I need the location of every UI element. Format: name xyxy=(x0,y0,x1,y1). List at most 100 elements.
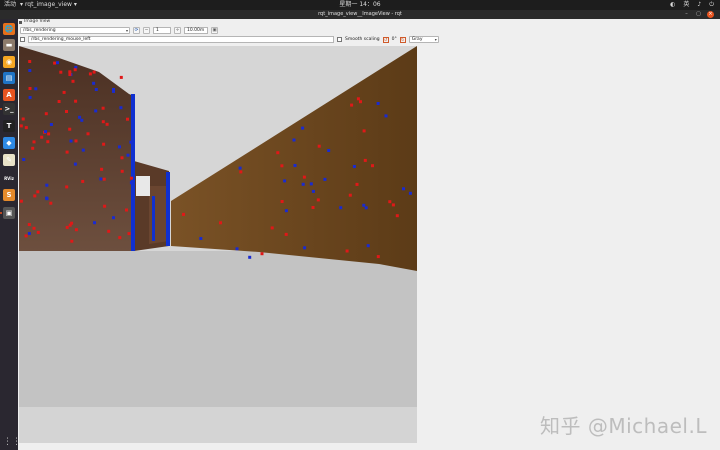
window-icon[interactable]: ▣ xyxy=(0,207,15,219)
topic-combo[interactable]: /rbs_rendering ▾ xyxy=(20,27,130,34)
feature-point xyxy=(102,177,106,181)
feature-point xyxy=(28,96,32,99)
feature-point xyxy=(65,110,68,113)
rotate-left-button[interactable]: ↺ xyxy=(382,36,389,43)
minimize-icon[interactable]: – xyxy=(683,11,690,18)
edge-marker-blue xyxy=(166,172,170,246)
feature-point xyxy=(302,175,306,179)
topic-combo-value: /rbs_rendering xyxy=(23,28,56,33)
feature-point xyxy=(199,237,203,240)
firefox-icon[interactable]: 🌐 xyxy=(3,23,15,35)
feature-point xyxy=(73,162,77,166)
color-scheme-value: Gray xyxy=(411,37,423,42)
rotate-right-button[interactable]: ↻ xyxy=(399,36,406,43)
feature-point xyxy=(45,196,49,200)
feature-point xyxy=(46,140,50,144)
feature-point xyxy=(28,69,32,72)
power-icon[interactable]: ⏻ xyxy=(709,0,714,10)
libreoffice-writer-icon[interactable]: ▤ xyxy=(3,72,15,84)
sublime-icon[interactable]: S xyxy=(3,189,15,201)
feature-point xyxy=(22,158,26,161)
feature-point xyxy=(301,182,305,186)
feature-point xyxy=(19,124,23,128)
feature-point xyxy=(119,106,123,110)
feature-point xyxy=(219,221,222,225)
save-image-icon[interactable]: ▣ xyxy=(211,27,218,34)
feature-point xyxy=(323,177,327,181)
feature-point xyxy=(371,164,374,168)
feature-point xyxy=(359,100,362,104)
max-range-spinbox[interactable]: 10.00m xyxy=(184,27,208,34)
feature-point xyxy=(327,149,331,152)
feature-point xyxy=(28,60,32,63)
chevron-down-icon: ▾ xyxy=(125,28,128,33)
feature-point xyxy=(316,198,320,202)
refresh-topics-button[interactable]: ⟳ xyxy=(133,27,140,34)
feature-point xyxy=(24,126,28,130)
feature-point xyxy=(129,181,133,185)
feature-point xyxy=(270,226,274,230)
chevron-down-icon: ▾ xyxy=(434,37,437,42)
zoom-spinbox[interactable]: 1 xyxy=(153,27,171,34)
network-icon[interactable]: ◐ xyxy=(670,0,675,10)
feature-point xyxy=(350,103,354,107)
zoom-out-button[interactable]: − xyxy=(143,27,150,34)
feature-point xyxy=(78,115,82,119)
mouse-topic-input[interactable]: /rbs_rendering_mouse_left xyxy=(28,36,334,43)
feature-point xyxy=(32,226,36,230)
feature-point xyxy=(355,182,359,186)
text-editor-icon[interactable]: ✎ xyxy=(3,154,15,166)
feature-point xyxy=(68,73,72,76)
plugin-icon xyxy=(19,20,22,24)
smooth-scaling-label: Smooth scaling xyxy=(345,37,380,42)
image-display[interactable] xyxy=(19,46,417,443)
feature-point xyxy=(280,164,284,168)
rviz-icon[interactable]: RViz xyxy=(3,172,15,184)
show-applications-icon[interactable]: ⋮⋮ xyxy=(3,436,21,448)
feature-point xyxy=(112,89,115,93)
floor-region xyxy=(19,251,417,411)
toolbar-row-1: /rbs_rendering ▾ ⟳ − 1 ÷ 10.00m ▣ xyxy=(20,27,218,34)
feature-point xyxy=(65,225,69,229)
maximize-icon[interactable]: ▢ xyxy=(695,11,702,18)
feature-point xyxy=(71,79,75,83)
feature-point xyxy=(348,193,352,197)
feature-point xyxy=(45,183,49,187)
feature-point xyxy=(129,140,133,144)
feature-point xyxy=(73,68,77,72)
clock[interactable]: 星期一 14：06 xyxy=(339,1,380,8)
feature-point xyxy=(53,61,57,65)
software-center-icon[interactable]: A xyxy=(3,89,15,101)
feature-point xyxy=(62,90,66,94)
feature-point xyxy=(120,169,124,173)
typora-icon[interactable]: T xyxy=(3,120,15,132)
rendered-image xyxy=(19,46,417,443)
plugin-title: Image View xyxy=(24,19,51,24)
feature-point xyxy=(402,187,405,191)
running-indicator xyxy=(0,212,2,214)
feature-point xyxy=(127,232,131,236)
feature-point xyxy=(57,100,61,103)
vscode-icon[interactable]: ◆ xyxy=(3,137,15,149)
close-icon[interactable]: × xyxy=(707,11,714,18)
feature-point xyxy=(356,97,360,101)
top-panel: 活动 ▾ rqt_image_view ▾ 星期一 14：06 ◐ 英 ♪ ⏻ xyxy=(0,0,720,10)
smooth-scaling-checkbox[interactable] xyxy=(337,37,342,42)
zoom-in-button[interactable]: ÷ xyxy=(174,27,181,34)
terminal-icon[interactable]: >_ xyxy=(0,103,15,115)
feature-point xyxy=(36,190,40,194)
feature-point xyxy=(80,118,84,122)
feature-point xyxy=(44,130,47,134)
publish-mouse-checkbox[interactable] xyxy=(20,37,25,42)
files-icon[interactable]: ▬ xyxy=(3,39,15,51)
feature-point xyxy=(366,244,370,248)
feature-point xyxy=(88,72,92,76)
plugin-title-bar: Image View xyxy=(19,19,50,25)
input-method-indicator[interactable]: 英 xyxy=(683,0,689,10)
volume-icon[interactable]: ♪ xyxy=(697,0,701,10)
color-scheme-combo[interactable]: Gray ▾ xyxy=(408,36,439,43)
rhythmbox-icon[interactable]: ◉ xyxy=(3,56,15,68)
feature-point xyxy=(81,148,85,152)
feature-point xyxy=(107,229,111,233)
feature-point xyxy=(311,189,315,193)
